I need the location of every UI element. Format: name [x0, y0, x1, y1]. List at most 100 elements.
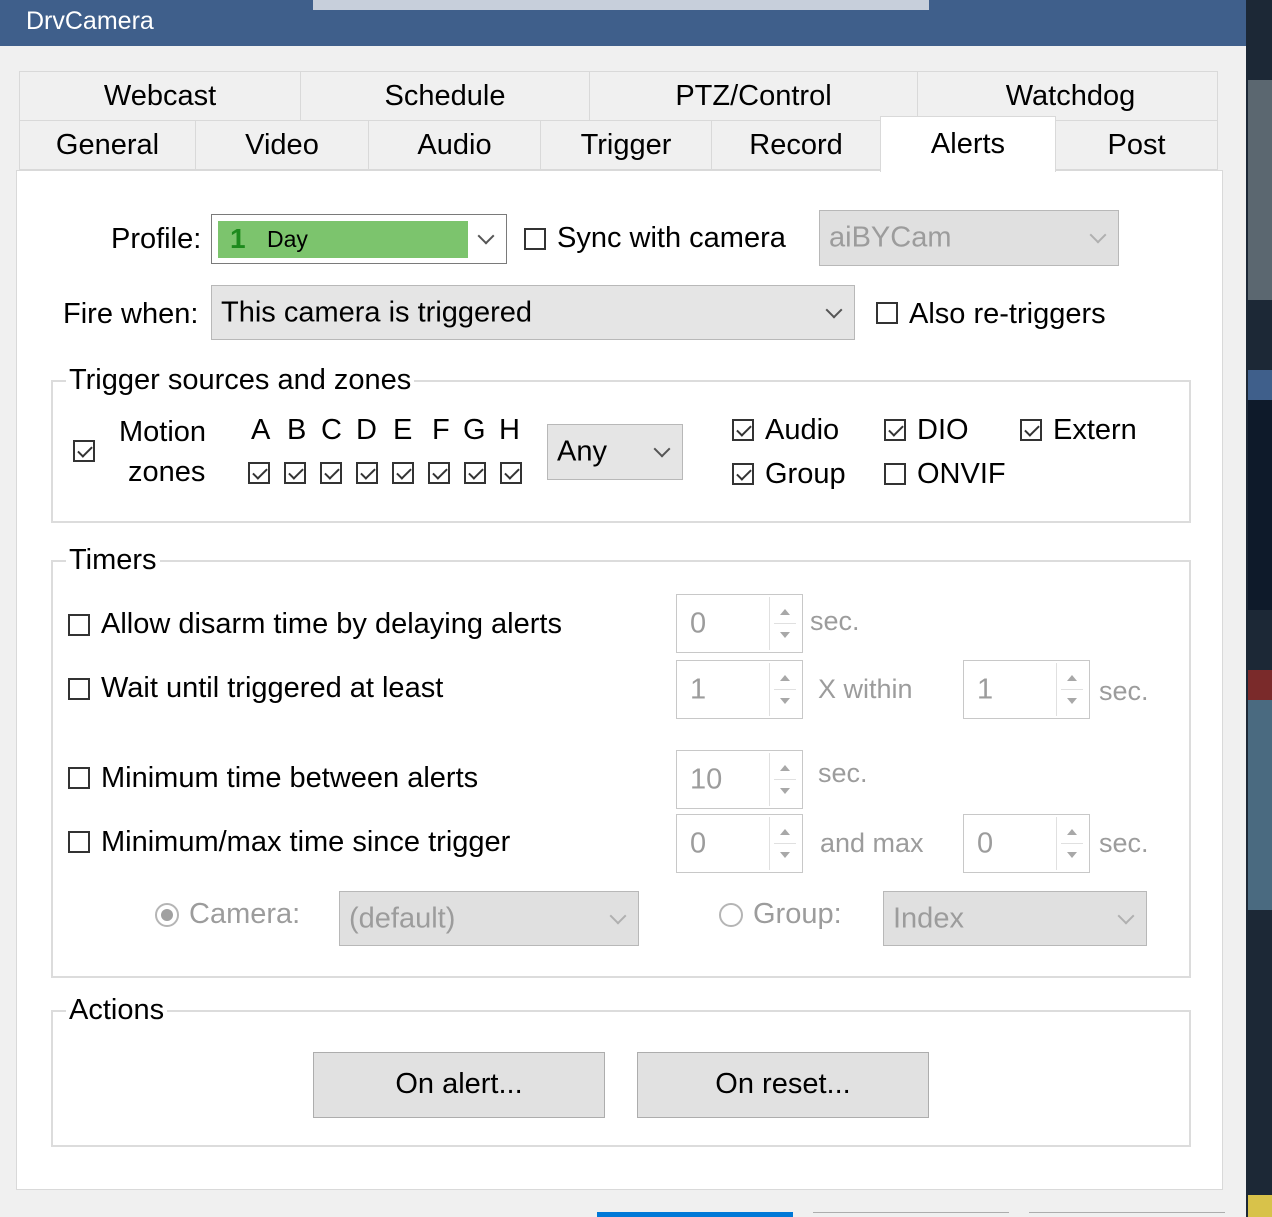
- motion-label: Motion: [119, 416, 207, 448]
- chevron-down-icon: [477, 227, 495, 245]
- tab-watchdog[interactable]: Watchdog: [917, 71, 1218, 121]
- trigger-sources-title: Trigger sources and zones: [66, 364, 415, 397]
- motion-zones-checkbox[interactable]: [73, 440, 95, 462]
- also-retriggers-checkbox[interactable]: [876, 302, 898, 324]
- camera-radio-label: Camera:: [189, 898, 301, 930]
- max-time-stepper[interactable]: 0: [963, 814, 1090, 873]
- zone-e-checkbox[interactable]: [392, 462, 414, 484]
- camera-select-value: (default): [349, 902, 456, 934]
- camera-select[interactable]: (default): [339, 891, 639, 946]
- ok-button-edge[interactable]: [597, 1212, 793, 1217]
- wait-count-value: 1: [690, 673, 707, 705]
- tab-label: Trigger: [580, 129, 672, 161]
- disarm-stepper[interactable]: 0: [676, 594, 803, 653]
- tab-webcast[interactable]: Webcast: [19, 71, 301, 121]
- on-alert-button[interactable]: On alert...: [313, 1052, 605, 1118]
- zone-letter-e: E: [393, 414, 413, 446]
- tab-record[interactable]: Record: [711, 120, 881, 170]
- tab-general[interactable]: General: [19, 120, 196, 170]
- zone-a-checkbox[interactable]: [248, 462, 270, 484]
- spin-buttons[interactable]: [1056, 663, 1087, 716]
- source-extern-label: Extern: [1053, 414, 1137, 446]
- apply-button-edge[interactable]: [1029, 1212, 1225, 1217]
- source-audio-checkbox[interactable]: [732, 419, 754, 441]
- profile-select[interactable]: 1 Day: [211, 214, 507, 264]
- source-audio-label: Audio: [765, 414, 840, 446]
- tab-label: General: [55, 129, 160, 161]
- zone-letter-b: B: [287, 414, 307, 446]
- wait-count-stepper[interactable]: 1: [676, 660, 803, 719]
- profile-label: Profile:: [111, 223, 202, 255]
- zone-g-checkbox[interactable]: [464, 462, 486, 484]
- zone-h-checkbox[interactable]: [500, 462, 522, 484]
- spin-buttons[interactable]: [769, 817, 800, 870]
- wait-within-stepper[interactable]: 1: [963, 660, 1090, 719]
- wait-within-label: X within: [818, 674, 913, 704]
- zone-f-checkbox[interactable]: [428, 462, 450, 484]
- group-radio[interactable]: [719, 903, 743, 927]
- spin-up-icon: [780, 765, 790, 771]
- sync-with-camera-checkbox[interactable]: [524, 228, 546, 250]
- tab-trigger[interactable]: Trigger: [540, 120, 712, 170]
- tab-audio[interactable]: Audio: [368, 120, 541, 170]
- disarm-unit: sec.: [810, 606, 860, 636]
- spin-down-icon: [780, 788, 790, 794]
- zone-mode-value: Any: [557, 435, 607, 468]
- source-extern-checkbox[interactable]: [1020, 419, 1042, 441]
- spin-buttons[interactable]: [769, 597, 800, 650]
- min-time-stepper[interactable]: 0: [676, 814, 803, 873]
- spin-up-icon: [1067, 675, 1077, 681]
- sync-camera-value: aiBYCam: [829, 221, 952, 254]
- chevron-down-icon: [1117, 907, 1135, 924]
- on-reset-button[interactable]: On reset...: [637, 1052, 929, 1118]
- cancel-button-edge[interactable]: [813, 1212, 1009, 1217]
- spin-buttons[interactable]: [1056, 817, 1087, 870]
- tab-video[interactable]: Video: [195, 120, 369, 170]
- spin-up-icon: [780, 829, 790, 835]
- tab-label: Record: [749, 129, 843, 161]
- tab-label: Video: [245, 129, 319, 161]
- tab-ptz-control[interactable]: PTZ/Control: [589, 71, 918, 121]
- fire-when-select[interactable]: This camera is triggered: [211, 285, 855, 340]
- spin-down-icon: [780, 852, 790, 858]
- tab-label: Alerts: [930, 128, 1006, 160]
- source-dio-checkbox[interactable]: [884, 419, 906, 441]
- disarm-label: Allow disarm time by delaying alerts: [101, 608, 562, 640]
- spin-buttons[interactable]: [769, 753, 800, 806]
- spin-up-icon: [780, 609, 790, 615]
- min-between-checkbox[interactable]: [68, 767, 90, 789]
- disarm-checkbox[interactable]: [68, 614, 90, 636]
- title-bar-blank-area: [313, 0, 929, 10]
- min-between-label: Minimum time between alerts: [101, 762, 479, 794]
- fire-when-label: Fire when:: [63, 298, 199, 330]
- tab-label: Audio: [417, 129, 492, 161]
- spin-buttons[interactable]: [769, 663, 800, 716]
- tab-post[interactable]: Post: [1055, 120, 1218, 170]
- zone-letter-d: D: [356, 414, 377, 446]
- zone-d-checkbox[interactable]: [356, 462, 378, 484]
- zone-c-checkbox[interactable]: [320, 462, 342, 484]
- source-onvif-checkbox[interactable]: [884, 463, 906, 485]
- zone-mode-select[interactable]: Any: [547, 424, 683, 480]
- tab-alerts[interactable]: Alerts: [880, 116, 1056, 172]
- min-max-unit: sec.: [1099, 828, 1149, 858]
- camera-radio[interactable]: [155, 903, 179, 927]
- min-between-stepper[interactable]: 10: [676, 750, 803, 809]
- window-title: DrvCamera: [26, 7, 154, 35]
- chevron-down-icon: [825, 301, 843, 318]
- min-between-value: 10: [690, 763, 723, 795]
- source-group-label: Group: [765, 458, 846, 490]
- zone-letter-f: F: [432, 414, 450, 446]
- wait-checkbox[interactable]: [68, 678, 90, 700]
- zone-b-checkbox[interactable]: [284, 462, 306, 484]
- min-max-checkbox[interactable]: [68, 831, 90, 853]
- group-select[interactable]: Index: [883, 891, 1147, 946]
- source-group-checkbox[interactable]: [732, 463, 754, 485]
- zone-letter-g: G: [463, 414, 486, 446]
- tab-schedule[interactable]: Schedule: [300, 71, 590, 121]
- spin-up-icon: [1067, 829, 1077, 835]
- source-dio-label: DIO: [917, 414, 969, 446]
- sync-camera-select[interactable]: aiBYCam: [819, 210, 1119, 266]
- actions-title: Actions: [66, 994, 168, 1027]
- min-max-label: Minimum/max time since trigger: [101, 826, 511, 858]
